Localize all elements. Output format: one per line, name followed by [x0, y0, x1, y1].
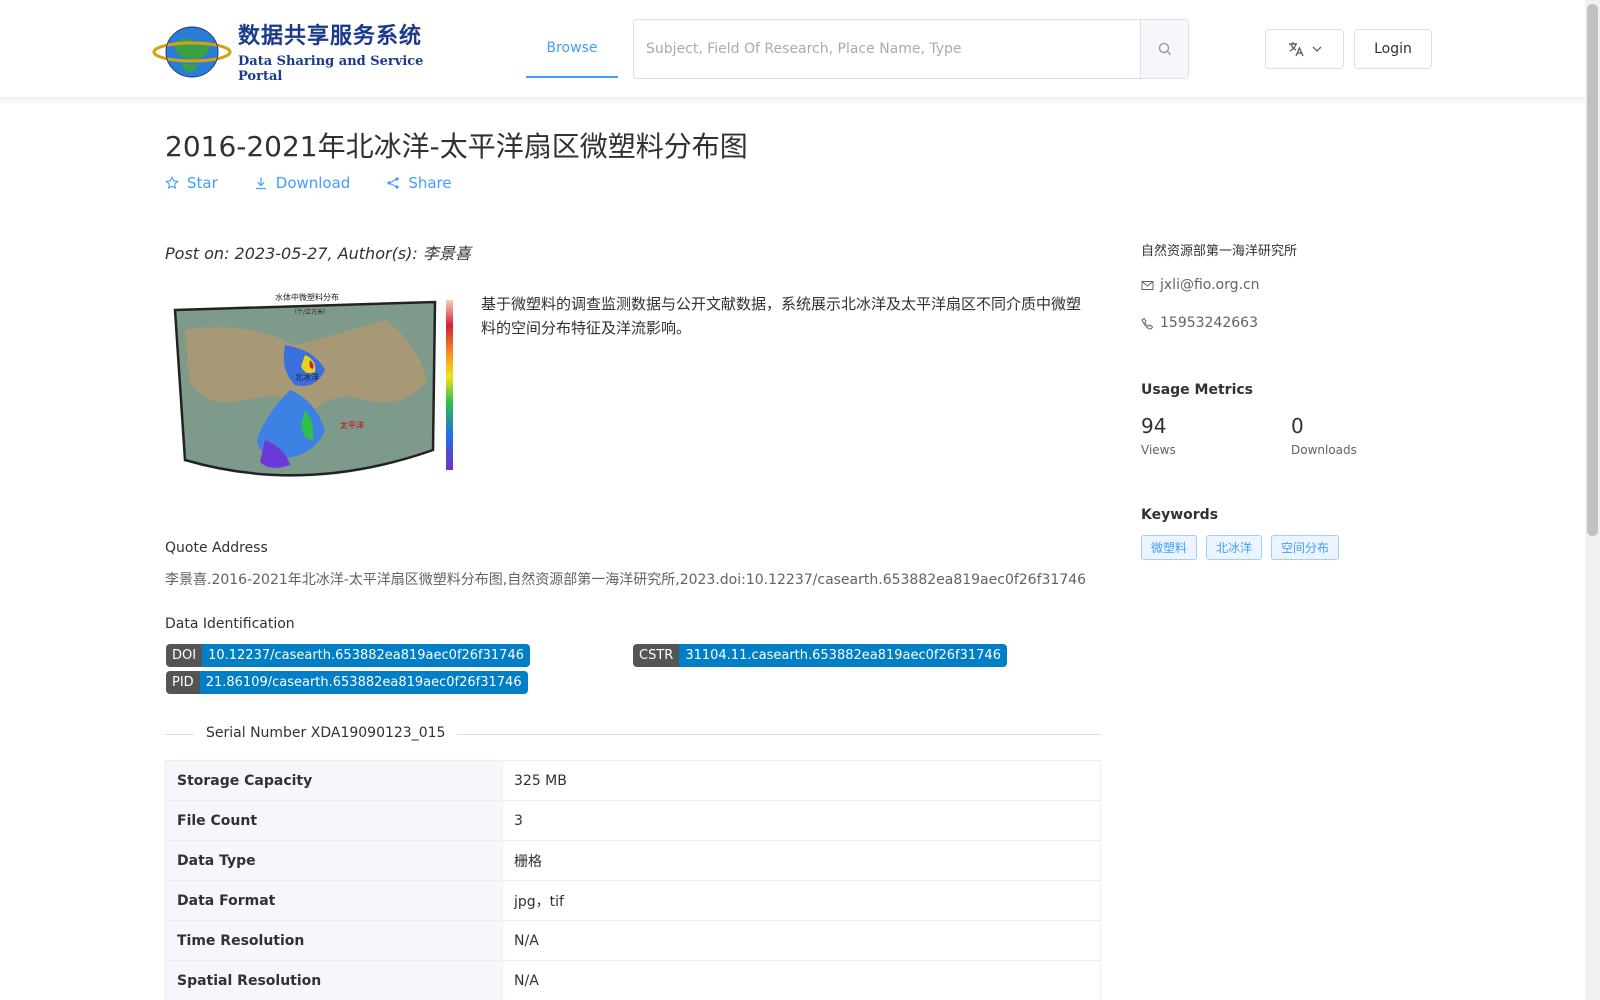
pid-badge-key: PID — [166, 671, 200, 694]
pid-badge-value: 21.86109/casearth.653882ea819aec0f26f317… — [199, 671, 528, 694]
table-value: 325 MB — [502, 760, 1101, 801]
dataset-info-table: Storage Capacity 325 MB File Count 3 Dat… — [165, 760, 1101, 1000]
table-value: jpg，tif — [502, 880, 1101, 921]
scrollbar-thumb[interactable] — [1587, 4, 1598, 536]
views-label: Views — [1141, 443, 1176, 457]
quote-text: 李景喜.2016-2021年北冰洋-太平洋扇区微塑料分布图,自然资源部第一海洋研… — [165, 572, 1087, 588]
page-scrollbar[interactable] — [1585, 0, 1600, 1000]
search-input[interactable] — [634, 20, 1140, 78]
doi-badge-key: DOI — [166, 644, 203, 667]
search-bar — [633, 19, 1189, 79]
doi-badge[interactable]: DOI 10.12237/casearth.653882ea819aec0f26… — [166, 644, 530, 667]
table-value: N/A — [502, 920, 1101, 961]
identification-label: Data Identification — [165, 616, 295, 632]
keyword-list: 微塑料 北冰洋 空间分布 — [1141, 535, 1340, 560]
doi-badge-value: 10.12237/casearth.653882ea819aec0f26f317… — [202, 644, 530, 667]
keyword-tag[interactable]: 北冰洋 — [1206, 535, 1263, 560]
globe-logo-icon — [152, 22, 232, 80]
post-meta: Post on: 2023-05-27, Author(s): 李景喜 — [165, 244, 471, 263]
map-label-arctic: 北冰洋 — [295, 372, 319, 382]
table-key: Storage Capacity — [165, 760, 503, 801]
search-icon — [1158, 42, 1171, 55]
share-button[interactable]: Share — [386, 174, 452, 192]
star-icon — [165, 176, 179, 190]
contact-phone[interactable]: 15953242663 — [1141, 315, 1258, 331]
downloads-count: 0 — [1291, 414, 1304, 438]
search-button[interactable] — [1140, 20, 1188, 78]
star-label: Star — [187, 174, 218, 192]
mail-icon — [1141, 280, 1154, 290]
thumbnail-subtitle: （个/立方米） — [291, 308, 329, 316]
keywords-title: Keywords — [1141, 507, 1219, 523]
thumbnail-title: 水体中微塑料分布 — [275, 292, 339, 302]
table-key: Data Format — [165, 880, 503, 921]
download-label: Download — [275, 174, 351, 192]
colorbar — [446, 300, 453, 470]
usage-metrics-title: Usage Metrics — [1141, 382, 1253, 398]
table-row: Spatial Resolution N/A — [165, 960, 1101, 1000]
table-row: File Count 3 — [165, 800, 1101, 841]
table-row: Time Resolution N/A — [165, 920, 1101, 961]
star-button[interactable]: Star — [165, 174, 218, 192]
page-title: 2016-2021年北冰洋-太平洋扇区微塑料分布图 — [165, 130, 748, 163]
table-value: 3 — [502, 800, 1101, 841]
logo-title-en: Data Sharing and Service Portal — [238, 54, 424, 84]
translate-icon — [1288, 42, 1304, 57]
table-row: Storage Capacity 325 MB — [165, 760, 1101, 801]
phone-text: 15953242663 — [1160, 315, 1258, 331]
share-label: Share — [408, 174, 452, 192]
email-text: jxli@fio.org.cn — [1160, 277, 1260, 293]
download-icon — [255, 177, 266, 190]
nav-browse[interactable]: Browse — [526, 26, 618, 78]
chevron-down-icon — [1312, 46, 1321, 52]
quote-label: Quote Address — [165, 540, 268, 556]
cstr-badge[interactable]: CSTR 31104.11.casearth.653882ea819aec0f2… — [633, 644, 1007, 667]
table-key: Time Resolution — [165, 920, 503, 961]
views-count: 94 — [1141, 414, 1167, 438]
serial-number: Serial Number XDA19090123_015 — [194, 725, 458, 741]
keyword-tag[interactable]: 空间分布 — [1271, 535, 1340, 560]
download-button[interactable]: Download — [254, 174, 351, 192]
dataset-thumbnail[interactable]: 水体中微塑料分布 （个/立方米） 北冰洋 太平洋 — [165, 290, 465, 495]
cstr-badge-key: CSTR — [633, 644, 680, 667]
table-row: Data Type 栅格 — [165, 840, 1101, 881]
organization-name: 自然资源部第一海洋研究所 — [1141, 244, 1298, 259]
table-key: Data Type — [165, 840, 503, 881]
language-switcher[interactable] — [1265, 29, 1344, 69]
logo-title-cn: 数据共享服务系统 — [238, 23, 423, 49]
pid-badge[interactable]: PID 21.86109/casearth.653882ea819aec0f26… — [166, 671, 528, 694]
dataset-actions: Star Download Share — [165, 174, 488, 192]
table-key: Spatial Resolution — [165, 960, 503, 1000]
dataset-description: 基于微塑料的调查监测数据与公开文献数据，系统展示北冰洋及太平洋扇区不同介质中微塑… — [481, 295, 1082, 337]
contact-email[interactable]: jxli@fio.org.cn — [1141, 277, 1260, 293]
table-value: N/A — [502, 960, 1101, 1000]
map-label-pacific: 太平洋 — [340, 420, 364, 430]
cstr-badge-value: 31104.11.casearth.653882ea819aec0f26f317… — [679, 644, 1007, 667]
downloads-label: Downloads — [1291, 443, 1357, 457]
phone-icon — [1141, 317, 1154, 330]
keyword-tag[interactable]: 微塑料 — [1141, 535, 1198, 560]
table-row: Data Format jpg，tif — [165, 880, 1101, 921]
share-icon — [387, 177, 399, 189]
site-logo[interactable]: 数据共享服务系统 Data Sharing and Service Portal — [152, 20, 442, 84]
table-value: 栅格 — [502, 840, 1101, 881]
top-header: 数据共享服务系统 Data Sharing and Service Portal… — [0, 0, 1585, 98]
login-button[interactable]: Login — [1354, 29, 1432, 69]
table-key: File Count — [165, 800, 503, 841]
